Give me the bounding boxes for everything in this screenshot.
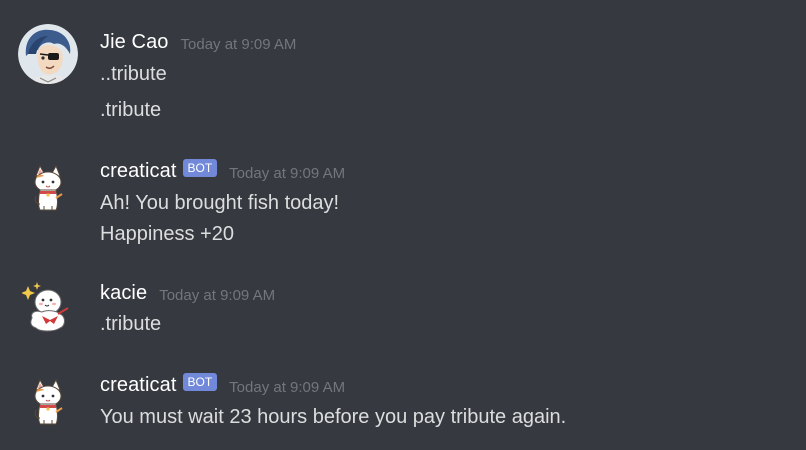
- cat-avatar[interactable]: [18, 158, 78, 218]
- message-timestamp: Today at 9:09 AM: [229, 164, 346, 182]
- message-header: kacie Today at 9:09 AM: [100, 280, 275, 306]
- kacie-avatar[interactable]: [18, 278, 78, 338]
- message-text: .tribute: [100, 313, 162, 335]
- username[interactable]: creaticat: [100, 374, 177, 397]
- message-text: ..tribute: [100, 63, 167, 85]
- jie-cao-avatar[interactable]: [18, 24, 78, 84]
- message-timestamp: Today at 9:09 AM: [159, 286, 276, 304]
- username[interactable]: creaticat: [100, 160, 177, 183]
- message-text: You must wait 23 hours before you pay tr…: [100, 406, 567, 428]
- message-header: Jie Cao Today at 9:09 AM: [100, 29, 296, 55]
- message-text: Happiness +20: [100, 223, 234, 245]
- username[interactable]: Jie Cao: [100, 31, 169, 54]
- message-header: creaticat BOT Today at 9:09 AM: [100, 158, 345, 184]
- username[interactable]: kacie: [100, 282, 147, 305]
- message-text: Ah! You brought fish today!: [100, 192, 340, 214]
- bot-tag: BOT: [182, 159, 218, 177]
- message-timestamp: Today at 9:09 AM: [229, 378, 346, 396]
- bot-tag: BOT: [182, 373, 218, 391]
- cat-avatar[interactable]: [18, 372, 78, 432]
- message-timestamp: Today at 9:09 AM: [180, 35, 297, 53]
- message-header: creaticat BOT Today at 9:09 AM: [100, 372, 345, 398]
- message-text: .tribute: [100, 99, 162, 121]
- chat-messages: Jie Cao Today at 9:09 AM ..tribute .trib…: [0, 0, 806, 450]
